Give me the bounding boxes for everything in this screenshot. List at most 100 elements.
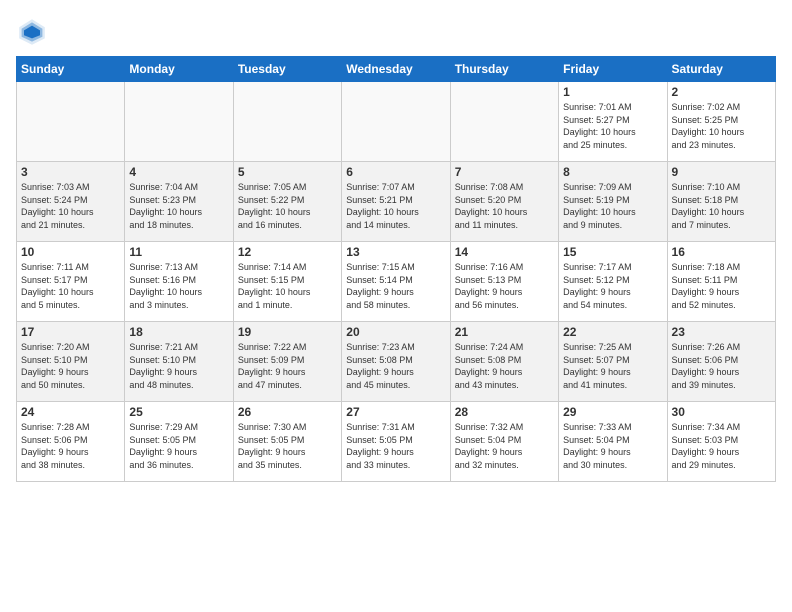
day-number: 5 [238,165,337,179]
day-number: 29 [563,405,662,419]
calendar-cell: 18 Sunrise: 7:21 AM Sunset: 5:10 PM Dayli… [125,322,233,402]
calendar-cell [450,82,558,162]
day-info: Sunrise: 7:21 AM Sunset: 5:10 PM Dayligh… [129,341,228,391]
day-info: Sunrise: 7:31 AM Sunset: 5:05 PM Dayligh… [346,421,445,471]
calendar-cell: 13 Sunrise: 7:15 AM Sunset: 5:14 PM Dayli… [342,242,450,322]
day-info: Sunrise: 7:23 AM Sunset: 5:08 PM Dayligh… [346,341,445,391]
calendar-cell [125,82,233,162]
calendar-cell: 27 Sunrise: 7:31 AM Sunset: 5:05 PM Dayli… [342,402,450,482]
day-info: Sunrise: 7:18 AM Sunset: 5:11 PM Dayligh… [672,261,771,311]
calendar-cell: 12Sunrise: 7:14 AM Sunset: 5:15 PM Dayli… [233,242,341,322]
calendar-cell: 19 Sunrise: 7:22 AM Sunset: 5:09 PM Dayli… [233,322,341,402]
day-info: Sunrise: 7:28 AM Sunset: 5:06 PM Dayligh… [21,421,120,471]
calendar-cell: 25 Sunrise: 7:29 AM Sunset: 5:05 PM Dayli… [125,402,233,482]
day-info: Sunrise: 7:11 AM Sunset: 5:17 PM Dayligh… [21,261,120,311]
calendar-cell: 28 Sunrise: 7:32 AM Sunset: 5:04 PM Dayli… [450,402,558,482]
day-info: Sunrise: 7:04 AM Sunset: 5:23 PM Dayligh… [129,181,228,231]
day-info: Sunrise: 7:05 AM Sunset: 5:22 PM Dayligh… [238,181,337,231]
day-number: 16 [672,245,771,259]
day-number: 10 [21,245,120,259]
calendar-cell: 20 Sunrise: 7:23 AM Sunset: 5:08 PM Dayli… [342,322,450,402]
day-number: 28 [455,405,554,419]
day-number: 1 [563,85,662,99]
page-header [16,16,776,48]
day-info: Sunrise: 7:32 AM Sunset: 5:04 PM Dayligh… [455,421,554,471]
day-info: Sunrise: 7:13 AM Sunset: 5:16 PM Dayligh… [129,261,228,311]
day-info: Sunrise: 7:16 AM Sunset: 5:13 PM Dayligh… [455,261,554,311]
day-number: 14 [455,245,554,259]
calendar-cell: 16 Sunrise: 7:18 AM Sunset: 5:11 PM Dayli… [667,242,775,322]
logo-icon [16,16,48,48]
calendar-cell [17,82,125,162]
day-number: 18 [129,325,228,339]
calendar-cell: 8Sunrise: 7:09 AM Sunset: 5:19 PM Daylig… [559,162,667,242]
calendar-cell: 15Sunrise: 7:17 AM Sunset: 5:12 PM Dayli… [559,242,667,322]
day-info: Sunrise: 7:29 AM Sunset: 5:05 PM Dayligh… [129,421,228,471]
day-info: Sunrise: 7:25 AM Sunset: 5:07 PM Dayligh… [563,341,662,391]
day-info: Sunrise: 7:22 AM Sunset: 5:09 PM Dayligh… [238,341,337,391]
calendar-cell [342,82,450,162]
day-info: Sunrise: 7:15 AM Sunset: 5:14 PM Dayligh… [346,261,445,311]
day-number: 17 [21,325,120,339]
day-number: 11 [129,245,228,259]
calendar-cell: 30 Sunrise: 7:34 AM Sunset: 5:03 PM Dayli… [667,402,775,482]
calendar-cell: 14 Sunrise: 7:16 AM Sunset: 5:13 PM Dayli… [450,242,558,322]
calendar-week-row: 1 Sunrise: 7:01 AM Sunset: 5:27 PM Daylig… [17,82,776,162]
day-number: 9 [672,165,771,179]
calendar-cell: 29Sunrise: 7:33 AM Sunset: 5:04 PM Dayli… [559,402,667,482]
calendar-cell: 24 Sunrise: 7:28 AM Sunset: 5:06 PM Dayli… [17,402,125,482]
day-info: Sunrise: 7:01 AM Sunset: 5:27 PM Dayligh… [563,101,662,151]
day-number: 2 [672,85,771,99]
weekday-header: Wednesday [342,57,450,82]
weekday-header: Thursday [450,57,558,82]
weekday-header: Monday [125,57,233,82]
day-info: Sunrise: 7:24 AM Sunset: 5:08 PM Dayligh… [455,341,554,391]
day-number: 7 [455,165,554,179]
day-info: Sunrise: 7:07 AM Sunset: 5:21 PM Dayligh… [346,181,445,231]
weekday-header-row: SundayMondayTuesdayWednesdayThursdayFrid… [17,57,776,82]
day-info: Sunrise: 7:09 AM Sunset: 5:19 PM Dayligh… [563,181,662,231]
weekday-header: Sunday [17,57,125,82]
calendar-cell: 11 Sunrise: 7:13 AM Sunset: 5:16 PM Dayli… [125,242,233,322]
day-number: 22 [563,325,662,339]
day-number: 25 [129,405,228,419]
calendar-table: SundayMondayTuesdayWednesdayThursdayFrid… [16,56,776,482]
day-info: Sunrise: 7:34 AM Sunset: 5:03 PM Dayligh… [672,421,771,471]
calendar-cell: 9 Sunrise: 7:10 AM Sunset: 5:18 PM Daylig… [667,162,775,242]
calendar-cell: 4 Sunrise: 7:04 AM Sunset: 5:23 PM Daylig… [125,162,233,242]
calendar-cell: 1 Sunrise: 7:01 AM Sunset: 5:27 PM Daylig… [559,82,667,162]
weekday-header: Friday [559,57,667,82]
calendar-week-row: 3Sunrise: 7:03 AM Sunset: 5:24 PM Daylig… [17,162,776,242]
calendar-week-row: 10 Sunrise: 7:11 AM Sunset: 5:17 PM Dayli… [17,242,776,322]
logo [16,16,52,48]
calendar-cell: 21Sunrise: 7:24 AM Sunset: 5:08 PM Dayli… [450,322,558,402]
day-info: Sunrise: 7:08 AM Sunset: 5:20 PM Dayligh… [455,181,554,231]
day-number: 19 [238,325,337,339]
day-info: Sunrise: 7:20 AM Sunset: 5:10 PM Dayligh… [21,341,120,391]
calendar-cell: 3Sunrise: 7:03 AM Sunset: 5:24 PM Daylig… [17,162,125,242]
day-number: 4 [129,165,228,179]
calendar-week-row: 24 Sunrise: 7:28 AM Sunset: 5:06 PM Dayli… [17,402,776,482]
day-number: 23 [672,325,771,339]
calendar-cell: 17 Sunrise: 7:20 AM Sunset: 5:10 PM Dayli… [17,322,125,402]
calendar-cell: 23 Sunrise: 7:26 AM Sunset: 5:06 PM Dayli… [667,322,775,402]
calendar-cell: 22 Sunrise: 7:25 AM Sunset: 5:07 PM Dayli… [559,322,667,402]
day-number: 26 [238,405,337,419]
day-number: 30 [672,405,771,419]
day-number: 12 [238,245,337,259]
day-info: Sunrise: 7:02 AM Sunset: 5:25 PM Dayligh… [672,101,771,151]
day-number: 24 [21,405,120,419]
day-number: 13 [346,245,445,259]
day-number: 27 [346,405,445,419]
day-info: Sunrise: 7:30 AM Sunset: 5:05 PM Dayligh… [238,421,337,471]
calendar-week-row: 17 Sunrise: 7:20 AM Sunset: 5:10 PM Dayli… [17,322,776,402]
weekday-header: Saturday [667,57,775,82]
calendar-cell: 10 Sunrise: 7:11 AM Sunset: 5:17 PM Dayli… [17,242,125,322]
calendar-cell [233,82,341,162]
day-number: 3 [21,165,120,179]
day-info: Sunrise: 7:10 AM Sunset: 5:18 PM Dayligh… [672,181,771,231]
calendar-cell: 7 Sunrise: 7:08 AM Sunset: 5:20 PM Daylig… [450,162,558,242]
day-info: Sunrise: 7:26 AM Sunset: 5:06 PM Dayligh… [672,341,771,391]
day-number: 20 [346,325,445,339]
calendar-cell: 5 Sunrise: 7:05 AM Sunset: 5:22 PM Daylig… [233,162,341,242]
